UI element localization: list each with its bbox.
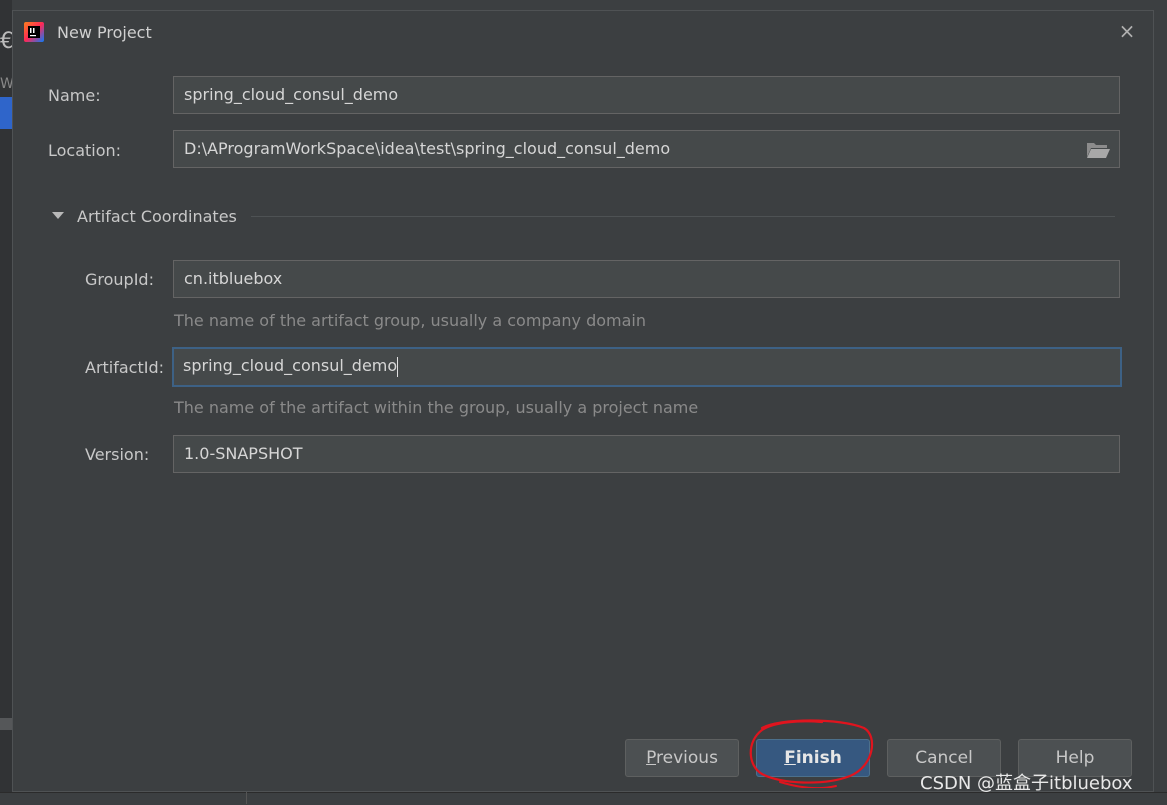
location-label: Location: (48, 141, 122, 160)
ide-status-divider (246, 792, 247, 804)
location-field-value: D:\AProgramWorkSpace\idea\test\spring_cl… (184, 139, 671, 158)
finish-label-rest: inish (795, 748, 842, 768)
collapse-triangle-icon[interactable] (51, 209, 65, 223)
location-field[interactable]: D:\AProgramWorkSpace\idea\test\spring_cl… (173, 130, 1120, 168)
ide-left-glyph-w: W (0, 76, 12, 92)
name-field-value: spring_cloud_consul_demo (184, 85, 399, 104)
artifactid-hint: The name of the artifact within the grou… (174, 398, 699, 417)
intellij-app-icon (24, 22, 44, 42)
ide-left-bar (0, 718, 12, 730)
version-field-value: 1.0-SNAPSHOT (184, 444, 303, 463)
artifactid-field-value: spring_cloud_consul_demo (183, 356, 398, 375)
groupid-hint: The name of the artifact group, usually … (174, 311, 646, 330)
text-caret (397, 356, 399, 377)
previous-button[interactable]: Previous (625, 739, 739, 777)
groupid-field-value: cn.itbluebox (184, 269, 283, 288)
artifactid-label: ArtifactId: (85, 358, 165, 377)
groupid-label: GroupId: (85, 270, 154, 289)
dialog-titlebar[interactable]: New Project × (13, 11, 1153, 55)
new-project-dialog: New Project × Name: spring_cloud_consul_… (12, 10, 1154, 792)
finish-button[interactable]: Finish (756, 739, 870, 777)
previous-label-rest: revious (656, 748, 718, 768)
version-label: Version: (85, 445, 150, 464)
previous-mnemonic: P (646, 748, 657, 768)
name-field[interactable]: spring_cloud_consul_demo (173, 76, 1120, 114)
artifactid-field[interactable]: spring_cloud_consul_demo (172, 347, 1122, 387)
artifact-coordinates-title[interactable]: Artifact Coordinates (77, 207, 237, 227)
close-icon[interactable]: × (1115, 19, 1139, 43)
dialog-title: New Project (57, 23, 152, 42)
ide-left-selection (0, 97, 12, 129)
folder-open-icon[interactable] (1085, 140, 1111, 160)
finish-mnemonic: F (784, 748, 796, 768)
name-label: Name: (48, 86, 101, 105)
groupid-field[interactable]: cn.itbluebox (173, 260, 1120, 298)
version-field[interactable]: 1.0-SNAPSHOT (173, 435, 1120, 473)
section-divider (251, 216, 1115, 217)
ide-left-glyph: € (0, 30, 12, 54)
csdn-watermark: CSDN @蓝盒子itbluebox (920, 773, 1133, 794)
